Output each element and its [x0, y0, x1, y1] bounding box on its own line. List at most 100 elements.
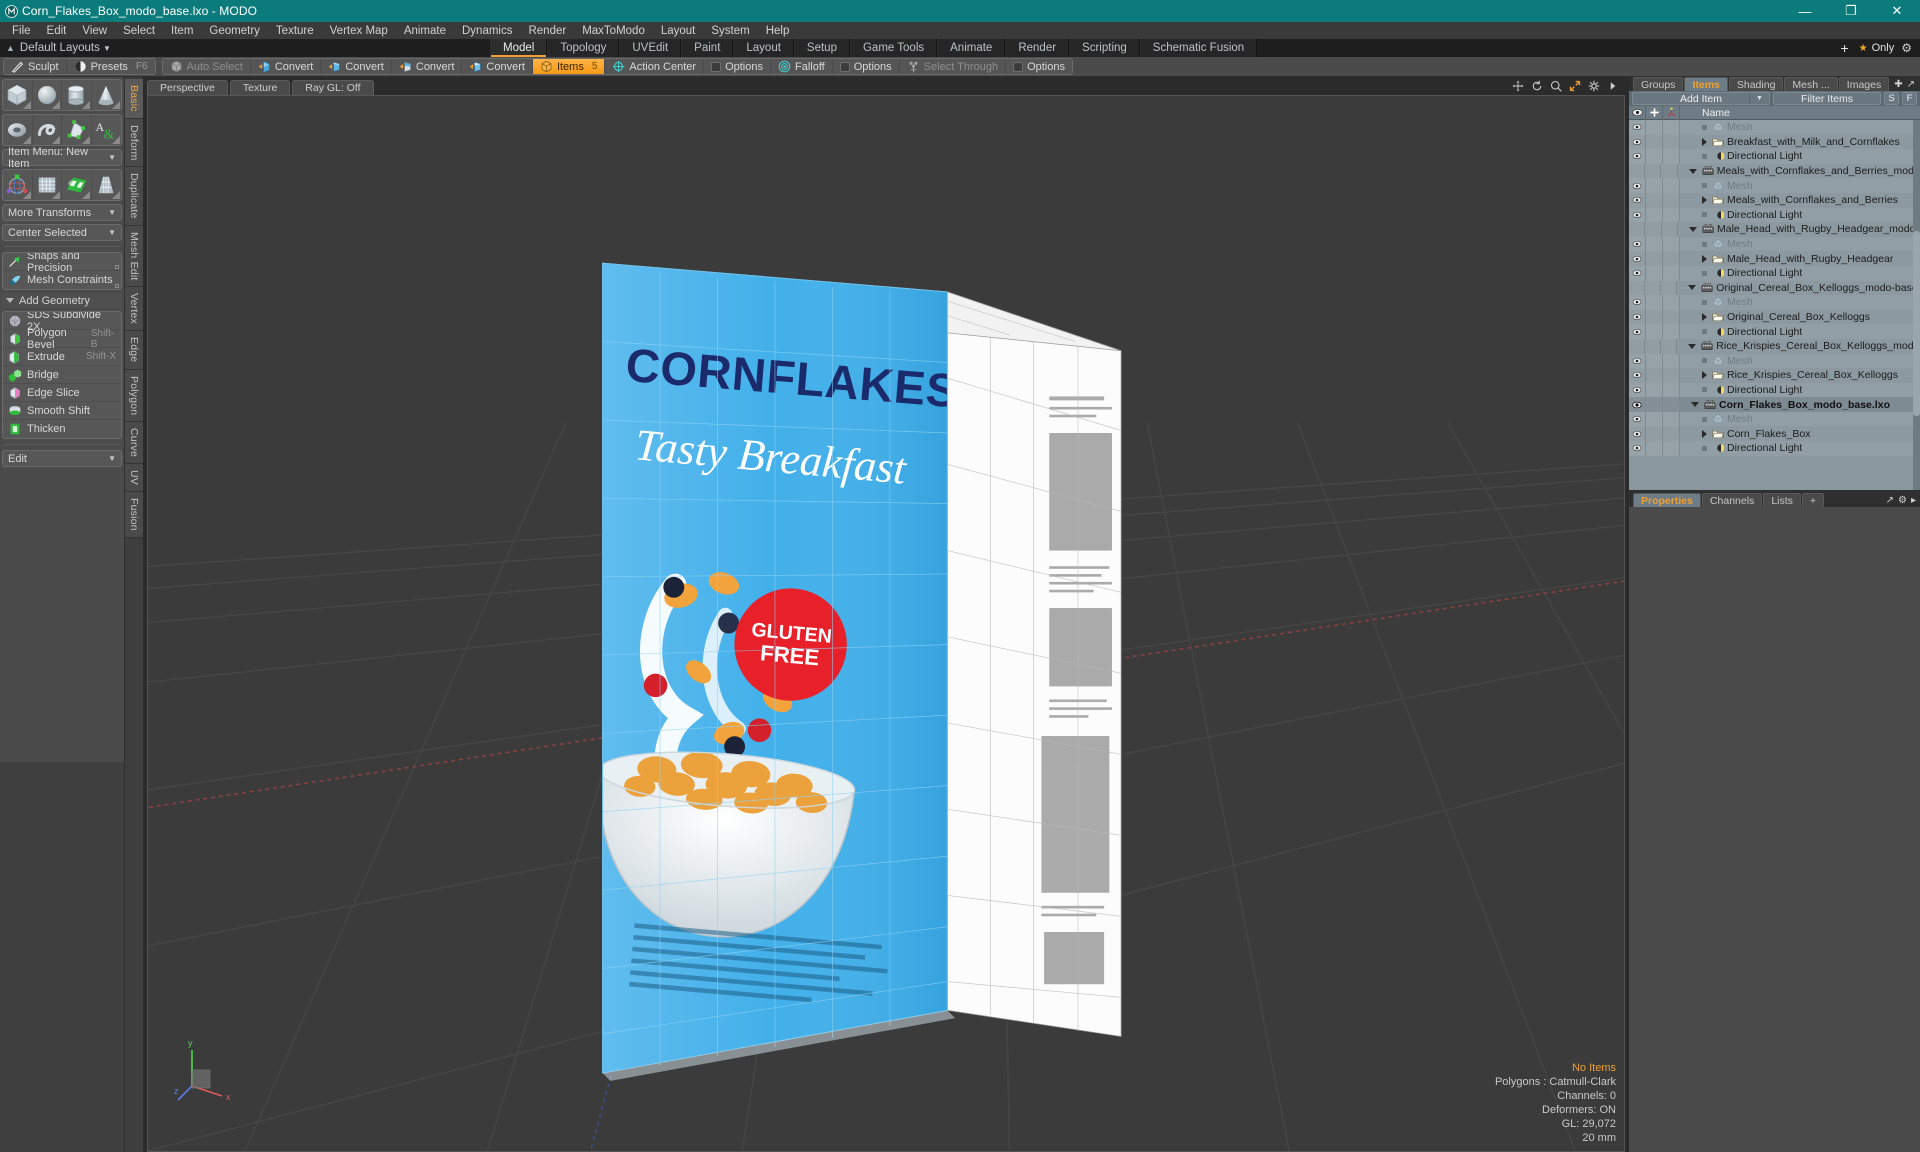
close-button[interactable]: ✕: [1874, 0, 1920, 22]
lock-toggle-cell[interactable]: [1646, 368, 1663, 383]
item-tree-row[interactable]: Meals_with_Cornflakes_and_Berries_modo .…: [1629, 163, 1920, 179]
menu-maxtomodo[interactable]: MaxToModo: [574, 24, 653, 38]
lock-toggle-cell[interactable]: [1646, 441, 1663, 456]
item-tree-row-content[interactable]: Directional Light: [1680, 209, 1802, 221]
visibility-toggle-icon[interactable]: [1629, 222, 1646, 237]
presets-button[interactable]: Presets F6: [67, 59, 155, 74]
visibility-toggle-icon[interactable]: [1629, 149, 1646, 164]
mode-tab-polygon[interactable]: Polygon: [125, 369, 143, 423]
item-tree-row[interactable]: Mesh: [1629, 353, 1920, 369]
menu-texture[interactable]: Texture: [268, 24, 322, 38]
item-tree-row[interactable]: Corn_Flakes_Box: [1629, 426, 1920, 442]
convert-button[interactable]: Convert: [321, 59, 392, 74]
menu-select[interactable]: Select: [115, 24, 163, 38]
lock-toggle-cell[interactable]: [1645, 163, 1662, 179]
item-tree-row-content[interactable]: Corn_Flakes_Box: [1680, 428, 1810, 440]
lock-toggle-cell[interactable]: [1646, 134, 1663, 150]
item-tree-row-content[interactable]: Meals_with_Cornflakes_and_Berries: [1680, 194, 1898, 206]
filter-f-button[interactable]: F: [1902, 92, 1917, 105]
extrude-button[interactable]: Extrude Shift-X: [3, 348, 121, 366]
item-tree-row-content[interactable]: Mesh: [1680, 121, 1753, 133]
visibility-toggle-icon[interactable]: [1629, 397, 1646, 412]
menu-animate[interactable]: Animate: [396, 24, 454, 38]
visibility-toggle-icon[interactable]: [1629, 441, 1646, 456]
item-tree-row-content[interactable]: Mesh: [1680, 296, 1753, 308]
chevron-right-icon[interactable]: [1702, 137, 1707, 146]
chevron-right-icon[interactable]: [1702, 371, 1707, 380]
item-tree-row[interactable]: Male_Head_with_Rugby_Headgear_modo_...: [1629, 222, 1920, 237]
menu-vertex-map[interactable]: Vertex Map: [322, 24, 396, 38]
render-toggle-cell[interactable]: [1663, 134, 1680, 150]
visibility-toggle-icon[interactable]: [1629, 368, 1646, 383]
gear-icon[interactable]: [1588, 79, 1600, 97]
item-tree-row-content[interactable]: Directional Light: [1680, 150, 1802, 162]
mode-tab-curve[interactable]: Curve: [125, 422, 143, 465]
item-tree-row-content[interactable]: Male_Head_with_Rugby_Headgear: [1680, 253, 1893, 265]
chevron-down-icon[interactable]: [1688, 285, 1697, 291]
chevron-down-icon[interactable]: [1688, 226, 1697, 232]
snaps-and-precision-button[interactable]: Snaps and Precision: [3, 253, 121, 274]
item-tree-row[interactable]: Mesh: [1629, 411, 1920, 427]
item-tree-row-content[interactable]: Rice_Krispies_Cereal_Box_Kelloggs_modo_.…: [1677, 340, 1920, 352]
only-toggle[interactable]: ★ Only: [1859, 42, 1895, 54]
visibility-toggle-icon[interactable]: [1629, 120, 1646, 135]
options-button[interactable]: Options: [704, 59, 771, 74]
item-tree-row-content[interactable]: Directional Light: [1680, 267, 1802, 279]
maximize-button[interactable]: ❐: [1828, 0, 1874, 22]
render-toggle-cell[interactable]: [1663, 149, 1680, 164]
visibility-toggle-icon[interactable]: [1629, 353, 1646, 369]
menu-edit[interactable]: Edit: [39, 24, 75, 38]
props-tab-properties[interactable]: Properties: [1633, 493, 1701, 507]
item-tree-row-content[interactable]: Directional Light: [1680, 326, 1802, 338]
item-tree-row-content[interactable]: Mesh: [1680, 355, 1753, 367]
menu-file[interactable]: File: [4, 24, 39, 38]
bend-tool[interactable]: [33, 170, 62, 200]
item-tree-row[interactable]: Mesh: [1629, 236, 1920, 252]
render-icon[interactable]: [1663, 105, 1680, 120]
menu-layout[interactable]: Layout: [653, 24, 704, 38]
action-center-button[interactable]: Action Center: [605, 59, 705, 74]
lock-toggle-cell[interactable]: [1646, 324, 1663, 339]
item-tree-row-content[interactable]: Original_Cereal_Box_Kelloggs: [1680, 311, 1870, 323]
render-toggle-cell[interactable]: [1663, 309, 1680, 325]
menu-system[interactable]: System: [703, 24, 757, 38]
minimize-button[interactable]: —: [1782, 0, 1828, 22]
lock-toggle-cell[interactable]: [1646, 265, 1663, 281]
render-toggle-cell[interactable]: [1663, 178, 1680, 193]
expand-icon[interactable]: ↗: [1907, 79, 1915, 90]
item-tree-row-content[interactable]: Male_Head_with_Rugby_Headgear_modo_...: [1678, 223, 1920, 235]
lock-toggle-cell[interactable]: [1646, 149, 1663, 164]
visibility-toggle-icon[interactable]: [1629, 382, 1646, 398]
mode-tab-mesh-edit[interactable]: Mesh Edit: [125, 225, 143, 288]
sphere-primitive[interactable]: [33, 80, 62, 110]
menu-geometry[interactable]: Geometry: [201, 24, 268, 38]
lock-toggle-cell[interactable]: [1645, 222, 1662, 237]
gear-icon[interactable]: ⚙: [1901, 41, 1912, 55]
expand-icon[interactable]: ↗: [1886, 495, 1894, 506]
zoom-icon[interactable]: [1550, 79, 1562, 97]
lock-toggle-cell[interactable]: [1646, 251, 1663, 266]
transform-gizmo-tool[interactable]: [3, 170, 33, 200]
item-tree-row-content[interactable]: Mesh: [1680, 238, 1753, 250]
render-toggle-cell[interactable]: [1661, 338, 1678, 354]
item-tree-row-content[interactable]: Meals_with_Cornflakes_and_Berries_modo .…: [1678, 165, 1920, 177]
render-toggle-cell[interactable]: [1663, 353, 1680, 369]
item-tree-row[interactable]: Mesh: [1629, 295, 1920, 310]
item-tree-row[interactable]: Breakfast_with_Milk_and_Cornflakes: [1629, 134, 1920, 150]
mode-tab-fusion[interactable]: Fusion: [125, 492, 143, 538]
item-tree[interactable]: Mesh Breakfast_with_Milk_and_Cornflakes Di…: [1629, 120, 1920, 490]
item-tree-row[interactable]: Mesh: [1629, 120, 1920, 135]
filter-items-input[interactable]: Filter Items: [1773, 92, 1881, 105]
lock-toggle-cell[interactable]: [1646, 178, 1663, 193]
more-transforms-dropdown[interactable]: More Transforms ▼: [2, 204, 122, 221]
edge-slice-button[interactable]: Edge Slice: [3, 384, 121, 402]
chevron-right-icon[interactable]: [1702, 196, 1707, 205]
render-toggle-cell[interactable]: [1663, 120, 1680, 135]
render-toggle-cell[interactable]: [1663, 411, 1680, 427]
visibility-toggle-icon[interactable]: [1629, 280, 1646, 296]
visibility-toggle-icon[interactable]: [1629, 178, 1646, 193]
render-toggle-cell[interactable]: [1663, 441, 1680, 456]
lock-toggle-cell[interactable]: [1646, 120, 1663, 135]
visibility-toggle-icon[interactable]: [1629, 338, 1646, 354]
item-tree-row[interactable]: Directional Light: [1629, 382, 1920, 398]
